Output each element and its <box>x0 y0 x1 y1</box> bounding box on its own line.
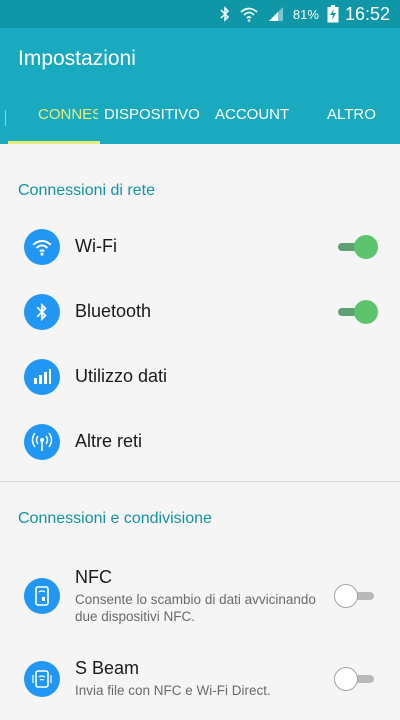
settings-item-summary: Consente lo scambio di dati avvicinando … <box>75 591 316 624</box>
s-beam-toggle[interactable] <box>334 666 376 691</box>
section-header-sharing: Connessioni e condivisione <box>18 510 212 527</box>
nfc-toggle[interactable] <box>334 583 376 608</box>
wifi-icon <box>239 6 259 22</box>
antenna-icon <box>24 423 60 460</box>
wifi-icon <box>24 228 60 265</box>
battery-charging-icon <box>327 5 339 23</box>
settings-item-nfc[interactable]: NFC Consente lo scambio di dati avvicina… <box>0 554 400 637</box>
app-bar: Impostazioni <box>0 28 400 90</box>
data-usage-icon <box>24 358 60 395</box>
tab-account[interactable]: ACCOUNT <box>215 90 289 144</box>
wifi-toggle[interactable] <box>336 234 378 259</box>
bluetooth-toggle[interactable] <box>336 299 378 324</box>
settings-item-data-usage[interactable]: Utilizzo dati <box>0 344 400 409</box>
tab-bar: CONNESSIONI DISPOSITIVO ACCOUNT ALTRO <box>0 90 400 144</box>
settings-item-other-networks[interactable]: Altre reti <box>0 409 400 474</box>
bluetooth-icon <box>24 293 60 330</box>
settings-item-label: S Beam <box>75 658 140 678</box>
settings-item-label: NFC <box>75 566 112 587</box>
settings-list: Connessioni di rete Wi-Fi Bluetooth Util… <box>0 144 400 720</box>
settings-item-label: Wi-Fi <box>75 236 117 256</box>
tab-indicator <box>8 141 100 144</box>
tab-device[interactable]: DISPOSITIVO <box>104 90 200 144</box>
page-title: Impostazioni <box>18 47 136 70</box>
signal-icon <box>267 6 285 22</box>
settings-item-label: Utilizzo dati <box>75 366 168 386</box>
bluetooth-icon <box>219 6 231 22</box>
status-bar: 81% 16:52 <box>0 0 400 28</box>
settings-item-label: Bluetooth <box>75 301 152 321</box>
settings-item-wifi[interactable]: Wi-Fi <box>0 214 400 279</box>
nfc-icon <box>24 577 60 614</box>
section-header-network: Connessioni di rete <box>18 182 155 199</box>
status-time: 16:52 <box>344 3 390 24</box>
settings-item-s-beam[interactable]: S Beam Invia file con NFC e Wi-Fi Direct… <box>0 637 400 720</box>
tab-scroll-edge <box>5 110 6 126</box>
battery-percent: 81% <box>292 6 319 22</box>
settings-item-summary: Invia file con NFC e Wi-Fi Direct. <box>75 683 271 698</box>
tab-connections[interactable]: CONNESSIONI <box>38 90 98 144</box>
tab-more[interactable]: ALTRO <box>327 90 376 144</box>
s-beam-icon <box>24 660 60 697</box>
settings-item-bluetooth[interactable]: Bluetooth <box>0 279 400 344</box>
settings-item-label: Altre reti <box>75 431 143 451</box>
